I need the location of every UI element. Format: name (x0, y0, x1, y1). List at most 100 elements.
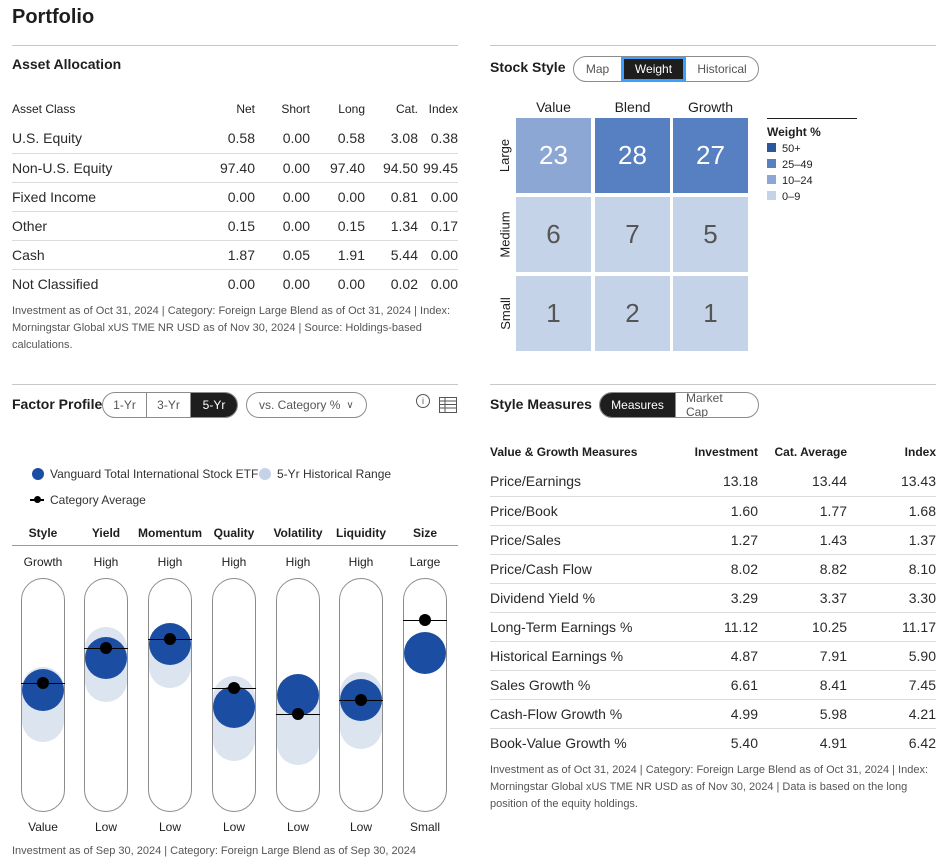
divider (12, 45, 458, 46)
table-row: Dividend Yield % 3.29 3.37 3.30 (490, 583, 936, 613)
table-cell: 0.00 (227, 275, 255, 292)
table-cell: 3.08 (365, 124, 418, 154)
table-cell: 0.00 (430, 275, 458, 292)
column-header: Cat. Average (774, 445, 847, 459)
table-cell: 0.00 (418, 182, 458, 212)
column-header: Net (236, 102, 255, 116)
style-row-small: Small (497, 297, 513, 330)
tab-3yr[interactable]: 3-Yr (147, 393, 191, 417)
tab-1yr[interactable]: 1-Yr (103, 393, 147, 417)
table-row: U.S. Equity 0.58 0.00 0.58 3.08 0.38 (12, 124, 458, 154)
category-average-dot (292, 707, 304, 720)
style-cell-small-growth: 1 (673, 276, 748, 351)
table-cell: 13.43 (847, 467, 936, 497)
factor-track (148, 578, 192, 812)
style-legend: Weight % 50+ 25–49 10–24 0–9 (767, 118, 857, 205)
row-label: Book-Value Growth % (490, 734, 627, 751)
table-cell: 1.91 (310, 240, 365, 270)
category-average-dot (355, 693, 367, 706)
row-label: Non-U.S. Equity (12, 153, 162, 183)
divider (12, 545, 458, 546)
category-average-dot (228, 681, 240, 694)
table-cell: 1.60 (680, 496, 758, 526)
table-cell: 11.17 (847, 612, 936, 642)
column-header: Index (904, 445, 936, 459)
factor-legend-category: Category Average (30, 493, 146, 507)
table-row: Price/Book 1.60 1.77 1.68 (490, 496, 936, 526)
table-cell: 8.10 (847, 554, 936, 584)
factor-top-label: High (93, 555, 119, 569)
tab-map[interactable]: Map (574, 57, 622, 81)
factor-name: Quality (213, 526, 255, 540)
table-cell: 0.02 (390, 275, 418, 292)
table-cell: 5.44 (365, 240, 418, 270)
table-cell: 3.37 (758, 583, 847, 613)
table-cell: 1.43 (758, 525, 847, 555)
table-cell: 3.29 (680, 583, 758, 613)
row-label: U.S. Equity (12, 124, 162, 154)
factor-top-label: High (285, 555, 311, 569)
style-legend-item: 50+ (767, 141, 857, 157)
tab-weight[interactable]: Weight (622, 57, 686, 81)
table-cell: 0.38 (418, 124, 458, 154)
info-icon[interactable]: i (416, 394, 430, 408)
row-label: Price/Cash Flow (490, 554, 680, 584)
style-row-large: Large (497, 138, 513, 173)
table-cell: 99.45 (418, 153, 458, 183)
factor-bottom-label: Low (158, 820, 181, 834)
row-label: Other (12, 211, 162, 241)
column-header: Investment (694, 445, 758, 459)
fund-dot-icon (32, 468, 44, 480)
measures-tabs: Measures Market Cap (599, 392, 759, 418)
tab-historical[interactable]: Historical (686, 57, 758, 81)
table-cell: 13.44 (758, 467, 847, 497)
range-dot-icon (259, 468, 271, 480)
table-cell: 7.45 (847, 670, 936, 700)
table-cell: 1.34 (365, 211, 418, 241)
table-cell: 1.87 (162, 240, 255, 270)
compare-label: vs. Category % (259, 398, 341, 412)
style-measures-footnote: Investment as of Oct 31, 2024 | Category… (490, 764, 929, 810)
style-measures-title: Style Measures (490, 396, 592, 412)
tab-measures[interactable]: Measures (600, 393, 676, 417)
style-cell-medium-growth: 5 (673, 197, 748, 272)
factor-profile-footnote: Investment as of Sep 30, 2024 | Category… (12, 845, 417, 857)
factor-bottom-label: Small (409, 820, 440, 834)
factor-top-label: Large (409, 555, 441, 569)
table-row: Other 0.15 0.00 0.15 1.34 0.17 (12, 211, 458, 241)
table-cell: 8.82 (758, 554, 847, 584)
tab-5yr[interactable]: 5-Yr (191, 393, 237, 417)
table-cell: 4.91 (819, 734, 847, 751)
table-cell: 0.00 (282, 275, 310, 292)
legend-swatch (767, 159, 776, 168)
table-cell: 0.00 (255, 124, 310, 154)
divider (12, 384, 458, 385)
asset-allocation-title: Asset Allocation (12, 56, 122, 72)
compare-dropdown[interactable]: vs. Category % ∨ (246, 392, 367, 418)
table-cell: 11.12 (680, 612, 758, 642)
table-cell: 10.25 (758, 612, 847, 642)
style-row-medium: Medium (497, 211, 513, 258)
table-cell: 0.15 (310, 211, 365, 241)
table-cell: 6.42 (908, 734, 936, 751)
style-cell-large-value: 23 (516, 118, 591, 193)
divider (490, 45, 936, 46)
style-col-value: Value (536, 99, 571, 115)
table-cell: 97.40 (310, 153, 365, 183)
tab-market-cap[interactable]: Market Cap (676, 393, 758, 417)
style-cell-large-blend: 28 (595, 118, 670, 193)
fund-marker (22, 669, 64, 712)
table-cell: 0.17 (418, 211, 458, 241)
style-cell-small-blend: 2 (595, 276, 670, 351)
table-row: Price/Sales 1.27 1.43 1.37 (490, 525, 936, 555)
fund-marker (404, 631, 446, 674)
column-header: Asset Class (12, 102, 76, 116)
stock-style-tabs: Map Weight Historical (573, 56, 759, 82)
table-cell: 0.58 (162, 124, 255, 154)
table-cell: 0.00 (255, 211, 310, 241)
style-cell-medium-blend: 7 (595, 197, 670, 272)
column-header: Long (338, 102, 365, 116)
table-view-icon[interactable] (439, 397, 457, 413)
row-label: Fixed Income (12, 182, 162, 212)
table-cell: 4.21 (847, 699, 936, 729)
